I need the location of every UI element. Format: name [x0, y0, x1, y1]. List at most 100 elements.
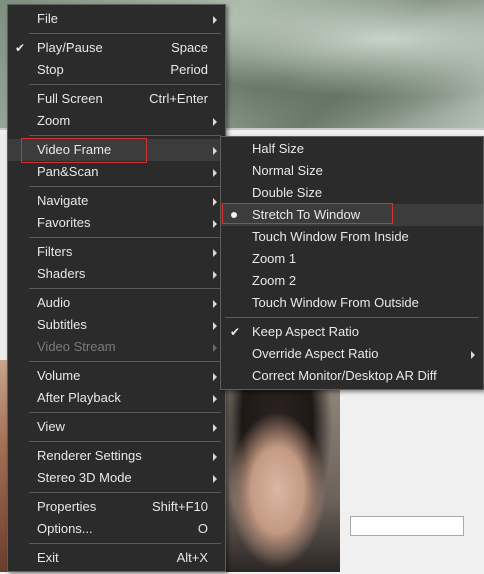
menu-item-after-playback[interactable]: After Playback [8, 387, 225, 409]
menu-item-label: Play/Pause [37, 40, 103, 55]
menu-item-volume[interactable]: Volume [8, 365, 225, 387]
submenu-arrow-icon [213, 220, 217, 228]
menu-item-audio[interactable]: Audio [8, 292, 225, 314]
menu-item-filters[interactable]: Filters [8, 241, 225, 263]
menu-item-label: Video Frame [37, 142, 112, 157]
menu-item-zoom-1[interactable]: Zoom 1 [221, 248, 483, 270]
menu-item-navigate[interactable]: Navigate [8, 190, 225, 212]
shortcut-label: Alt+X [176, 550, 208, 565]
menu-item-label: Shaders [37, 266, 86, 281]
menu-item-full-screen[interactable]: Full Screen Ctrl+Enter [8, 88, 225, 110]
check-icon: ✔ [14, 41, 26, 55]
menu-separator [8, 30, 225, 37]
menu-item-label: Normal Size [252, 163, 323, 178]
menu-item-label: Audio [37, 295, 71, 310]
menu-separator [8, 358, 225, 365]
menu-separator [8, 132, 225, 139]
menu-item-double-size[interactable]: Double Size [221, 182, 483, 204]
menu-item-label: Filters [37, 244, 73, 259]
video-frame-submenu: Half Size Normal Size Double Size Stretch T… [220, 136, 484, 390]
menu-item-label: After Playback [37, 390, 121, 405]
menu-separator [8, 489, 225, 496]
menu-separator [221, 314, 483, 321]
menu-item-label: Override Aspect Ratio [252, 346, 379, 361]
menu-item-override-aspect-ratio[interactable]: Override Aspect Ratio [221, 343, 483, 365]
shortcut-label: Ctrl+Enter [149, 91, 208, 106]
menu-item-label: Stereo 3D Mode [37, 470, 132, 485]
submenu-arrow-icon [213, 198, 217, 206]
submenu-arrow-icon [213, 118, 217, 126]
submenu-arrow-icon [213, 475, 217, 483]
shortcut-label: O [197, 521, 208, 536]
menu-separator [8, 409, 225, 416]
menu-item-label: Favorites [37, 215, 91, 230]
submenu-arrow-icon [213, 169, 217, 177]
submenu-arrow-icon [213, 322, 217, 330]
submenu-arrow-icon [213, 395, 217, 403]
menu-item-exit[interactable]: Exit Alt+X [8, 547, 225, 569]
menu-item-touch-window-from-outside[interactable]: Touch Window From Outside [221, 292, 483, 314]
side-panel [340, 390, 484, 572]
menu-item-label: Zoom [37, 113, 71, 128]
menu-item-label: View [37, 419, 65, 434]
menu-item-label: Stretch To Window [252, 207, 361, 222]
menu-item-stretch-to-window[interactable]: Stretch To Window [221, 204, 483, 226]
menu-item-label: Double Size [252, 185, 323, 200]
submenu-arrow-icon [213, 300, 217, 308]
context-menu: File ✔ Play/Pause Space Stop Period Full Scree… [7, 4, 226, 572]
menu-item-label: Half Size [252, 141, 305, 156]
menu-item-label: Zoom 1 [252, 251, 297, 266]
menu-item-properties[interactable]: Properties Shift+F10 [8, 496, 225, 518]
menu-item-stereo-3d-mode[interactable]: Stereo 3D Mode [8, 467, 225, 489]
menu-item-shaders[interactable]: Shaders [8, 263, 225, 285]
menu-separator [8, 285, 225, 292]
menu-item-touch-window-from-inside[interactable]: Touch Window From Inside [221, 226, 483, 248]
menu-separator [8, 183, 225, 190]
menu-item-label: Exit [37, 550, 59, 565]
menu-item-favorites[interactable]: Favorites [8, 212, 225, 234]
menu-item-subtitles[interactable]: Subtitles [8, 314, 225, 336]
menu-item-label: Renderer Settings [37, 448, 142, 463]
menu-item-stop[interactable]: Stop Period [8, 59, 225, 81]
menu-item-half-size[interactable]: Half Size [221, 138, 483, 160]
submenu-arrow-icon [213, 271, 217, 279]
menu-item-pan-scan[interactable]: Pan&Scan [8, 161, 225, 183]
submenu-arrow-icon [213, 16, 217, 24]
submenu-arrow-icon [213, 344, 217, 352]
menu-item-video-frame[interactable]: Video Frame [8, 139, 225, 161]
menu-item-video-stream: Video Stream [8, 336, 225, 358]
menu-item-label: Subtitles [37, 317, 87, 332]
menu-item-file[interactable]: File [8, 8, 225, 30]
menu-item-label: Properties [37, 499, 97, 514]
menu-separator [8, 81, 225, 88]
menu-item-label: Navigate [37, 193, 89, 208]
menu-item-zoom[interactable]: Zoom [8, 110, 225, 132]
shortcut-label: Shift+F10 [151, 499, 208, 514]
video-thumbnail-person [226, 390, 340, 572]
menu-item-label: Stop [37, 62, 64, 77]
menu-item-label: Correct Monitor/Desktop AR Diff [252, 368, 437, 383]
menu-item-label: Touch Window From Outside [252, 295, 419, 310]
menu-item-options[interactable]: Options... O [8, 518, 225, 540]
menu-item-renderer-settings[interactable]: Renderer Settings [8, 445, 225, 467]
menu-separator [8, 438, 225, 445]
submenu-arrow-icon [213, 453, 217, 461]
menu-item-label: File [37, 11, 58, 26]
menu-item-play-pause[interactable]: ✔ Play/Pause Space [8, 37, 225, 59]
menu-item-normal-size[interactable]: Normal Size [221, 160, 483, 182]
menu-item-label: Pan&Scan [37, 164, 99, 179]
check-icon: ✔ [229, 325, 241, 339]
menu-separator [8, 234, 225, 241]
menu-item-keep-aspect-ratio[interactable]: ✔ Keep Aspect Ratio [221, 321, 483, 343]
menu-item-zoom-2[interactable]: Zoom 2 [221, 270, 483, 292]
menu-item-label: Zoom 2 [252, 273, 297, 288]
menu-item-correct-monitor-desktop-ar-diff[interactable]: Correct Monitor/Desktop AR Diff [221, 365, 483, 387]
submenu-arrow-icon [213, 147, 217, 155]
menu-item-label: Options... [37, 521, 93, 536]
menu-item-label: Volume [37, 368, 81, 383]
submenu-arrow-icon [213, 249, 217, 257]
text-input[interactable] [350, 516, 464, 536]
menu-item-label: Touch Window From Inside [252, 229, 409, 244]
submenu-arrow-icon [471, 351, 475, 359]
menu-item-view[interactable]: View [8, 416, 225, 438]
